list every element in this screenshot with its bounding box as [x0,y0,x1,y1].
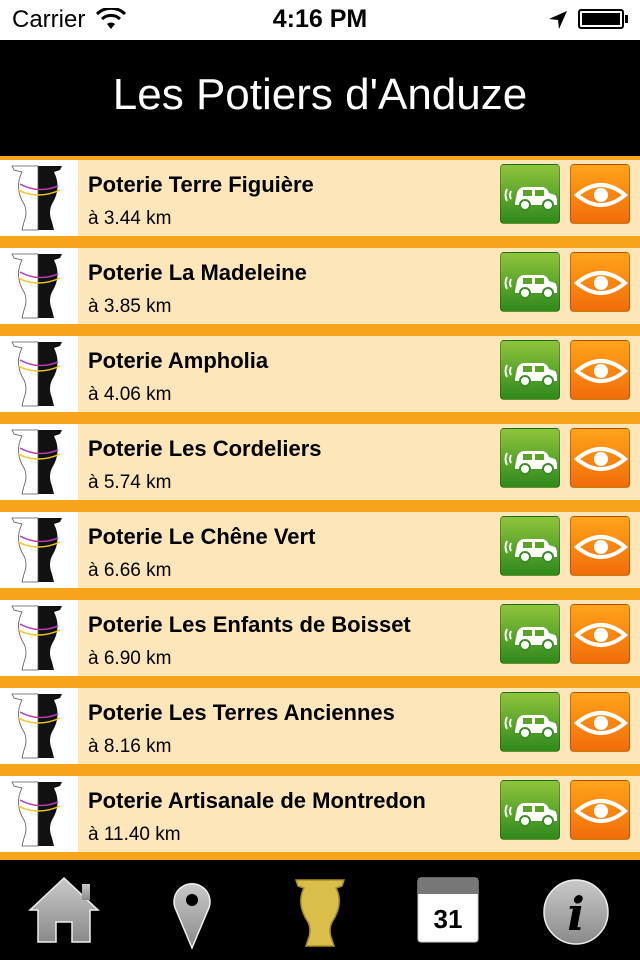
view-button[interactable] [570,604,630,664]
pottery-distance: à 3.44 km [88,208,172,229]
pottery-distance: à 3.85 km [88,296,172,317]
pottery-distance: à 11.40 km [88,824,181,845]
battery-icon [578,9,624,29]
pottery-name: Poterie Le Chêne Vert [88,524,316,549]
calendar-day-label: 31 [433,904,463,934]
pottery-distance: à 4.06 km [88,384,172,405]
pottery-distance: à 5.74 km [88,472,172,493]
list-item[interactable]: Poterie La Madeleine à 3.85 km [0,248,640,324]
tab-home[interactable] [0,860,128,960]
svg-text:i: i [567,887,584,941]
header: Les Potiers d'Anduze [0,40,640,156]
tab-info[interactable]: i [512,860,640,960]
view-button[interactable] [570,164,630,224]
tab-potteries[interactable] [256,860,384,960]
directions-button[interactable] [500,340,560,400]
directions-button[interactable] [500,164,560,224]
vase-thumbnail [0,600,78,676]
pottery-list[interactable]: Poterie Terre Figuière à 3.44 km Poterie L… [0,156,640,860]
pottery-name: Poterie Les Terres Anciennes [88,700,395,725]
view-button[interactable] [570,692,630,752]
list-item[interactable]: Poterie Les Cordeliers à 5.74 km [0,424,640,500]
directions-button[interactable] [500,428,560,488]
pottery-name: Poterie La Madeleine [88,260,307,285]
pottery-distance: à 8.16 km [88,736,172,757]
pottery-name: Poterie Artisanale de Montredon [88,788,426,813]
list-item[interactable]: Poterie Les Terres Anciennes à 8.16 km [0,688,640,764]
home-icon [28,876,100,943]
tab-bar: 31 i [0,860,640,960]
vase-thumbnail [0,688,78,764]
vase-icon [294,879,346,947]
directions-button[interactable] [500,516,560,576]
view-button[interactable] [570,340,630,400]
directions-button[interactable] [500,780,560,840]
pottery-name: Poterie Les Enfants de Boisset [88,612,411,637]
tab-map[interactable] [128,860,256,960]
info-icon: i [543,879,609,945]
page-title: Les Potiers d'Anduze [112,70,528,119]
directions-button[interactable] [500,692,560,752]
directions-button[interactable] [500,604,560,664]
vase-thumbnail [0,160,78,236]
list-item[interactable]: Poterie Le Chêne Vert à 6.66 km [0,512,640,588]
vase-thumbnail [0,336,78,412]
clock: 4:16 PM [272,5,368,33]
pottery-distance: à 6.66 km [88,560,172,581]
directions-button[interactable] [500,252,560,312]
view-button[interactable] [570,516,630,576]
location-arrow-icon [548,10,568,35]
map-pin-icon [173,883,211,950]
pottery-name: Poterie Ampholia [88,348,269,373]
status-bar: Carrier 4:16 PM [0,0,640,40]
pottery-distance: à 6.90 km [88,648,172,669]
vase-thumbnail [0,248,78,324]
list-item[interactable]: Poterie Artisanale de Montredon à 11.40 k… [0,776,640,852]
tab-calendar[interactable]: 31 [384,860,512,960]
pottery-name: Poterie Terre Figuière [88,172,314,197]
list-item[interactable]: Poterie Les Enfants de Boisset à 6.90 km [0,600,640,676]
view-button[interactable] [570,252,630,312]
vase-thumbnail [0,512,78,588]
list-item[interactable]: Poterie Ampholia à 4.06 km [0,336,640,412]
view-button[interactable] [570,780,630,840]
battery-tip [625,15,628,23]
vase-thumbnail [0,776,78,852]
view-button[interactable] [570,428,630,488]
pottery-name: Poterie Les Cordeliers [88,436,322,461]
vase-thumbnail [0,424,78,500]
list-item[interactable]: Poterie Terre Figuière à 3.44 km [0,160,640,236]
